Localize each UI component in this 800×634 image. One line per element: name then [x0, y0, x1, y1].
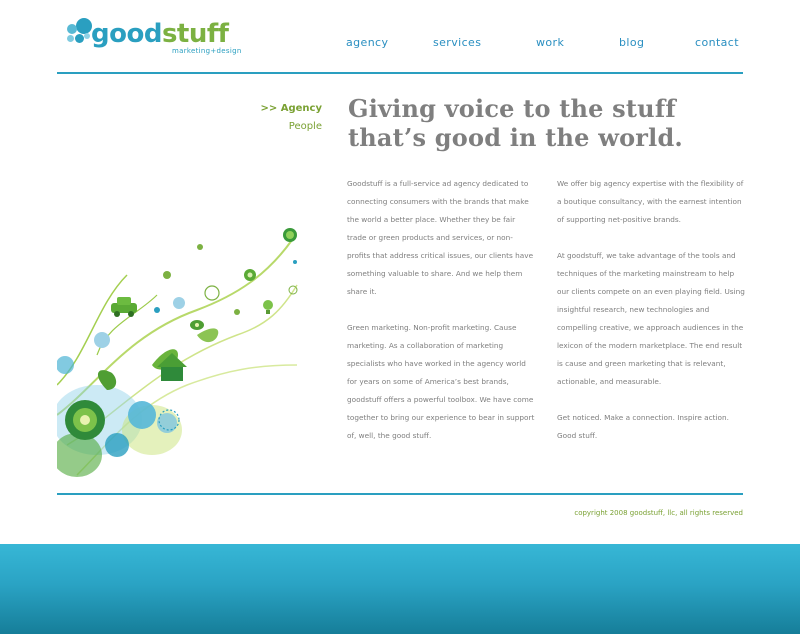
- nav-services[interactable]: services: [433, 36, 481, 49]
- page-headline: Giving voice to the stuff that’s good in…: [348, 94, 708, 152]
- paragraph: We offer big agency expertise with the f…: [557, 179, 744, 224]
- paragraph: Goodstuff is a full-service ad agency de…: [347, 179, 534, 296]
- submenu-agency[interactable]: >> Agency: [261, 103, 322, 114]
- paragraph: At goodstuff, we take advantage of the t…: [557, 251, 745, 386]
- floral-illustration: [57, 228, 298, 477]
- header-divider: [57, 72, 743, 74]
- nav-work[interactable]: work: [536, 36, 564, 49]
- headline-line-2: that’s good in the world.: [348, 123, 683, 152]
- nav-blog[interactable]: blog: [619, 36, 644, 49]
- paragraph: Green marketing. Non-profit marketing. C…: [347, 323, 535, 440]
- footer-band: [0, 544, 800, 634]
- footer-divider: [57, 493, 743, 495]
- content-column-right: We offer big agency expertise with the f…: [557, 175, 745, 463]
- page: goodstuff marketing+design agency servic…: [0, 0, 800, 634]
- paragraph: Get noticed. Make a connection. Inspire …: [557, 413, 729, 440]
- main-nav: agency services work blog contact: [0, 36, 800, 52]
- copyright-text: copyright 2008 goodstuff, llc, all right…: [574, 509, 743, 517]
- content-column-left: Goodstuff is a full-service ad agency de…: [347, 175, 535, 463]
- submenu-people[interactable]: People: [289, 121, 322, 132]
- nav-agency[interactable]: agency: [346, 36, 388, 49]
- headline-line-1: Giving voice to the stuff: [348, 94, 676, 123]
- nav-contact[interactable]: contact: [695, 36, 739, 49]
